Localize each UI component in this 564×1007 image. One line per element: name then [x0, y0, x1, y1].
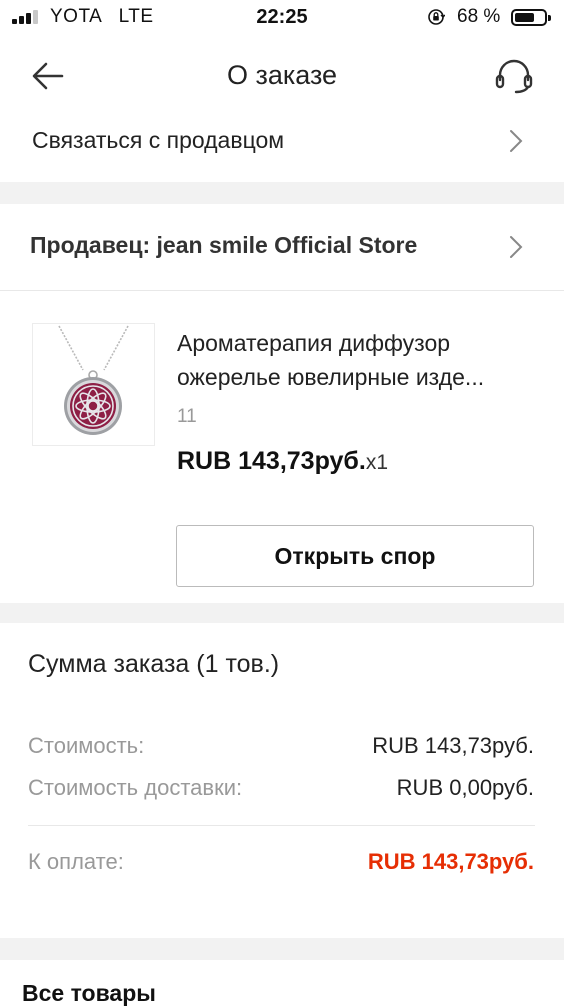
order-summary-title: Сумма заказа (1 тов.) — [28, 650, 280, 678]
quantity: x1 — [365, 451, 388, 474]
cost-value: RUB 143,73руб. — [372, 733, 534, 758]
shipping-label: Стоимость доставки: — [28, 775, 243, 800]
all-items-title: Все товары — [22, 980, 156, 1006]
price-value: RUB 143,73руб. — [177, 447, 366, 475]
product-title[interactable]: Ароматерапия диффузор ожерелье ювелирные… — [177, 326, 537, 394]
battery-icon — [511, 9, 551, 26]
chevron-right-icon — [510, 236, 523, 258]
product-image[interactable] — [32, 323, 155, 446]
product-price: RUB 143,73руб.x1 — [177, 447, 388, 476]
section-divider — [0, 938, 564, 960]
chevron-right-icon — [510, 130, 523, 152]
open-dispute-button[interactable]: Открыть спор — [176, 525, 534, 587]
divider — [28, 825, 535, 826]
total-label: К оплате: — [28, 849, 124, 874]
product-sku: 11 — [177, 406, 197, 427]
orientation-lock-icon — [428, 9, 445, 25]
status-bar: YOTA LTE 22:25 68 % — [0, 0, 564, 36]
shipping-value: RUB 0,00руб. — [396, 775, 534, 800]
page-title: О заказе — [226, 60, 338, 90]
contact-seller-row[interactable]: Связаться с продавцом — [0, 108, 564, 174]
headset-icon[interactable] — [492, 56, 536, 96]
cost-label: Стоимость: — [28, 733, 145, 758]
seller-row[interactable]: Продавец: jean smile Official Store — [0, 212, 564, 282]
contact-seller-label: Связаться с продавцом — [32, 127, 285, 153]
section-divider — [0, 182, 564, 204]
seller-name: Продавец: jean smile Official Store — [30, 232, 418, 258]
necklace-pendant-icon — [58, 325, 129, 435]
battery-percent: 68 % — [457, 6, 501, 27]
divider — [0, 290, 564, 291]
section-divider — [0, 603, 564, 623]
total-value: RUB 143,73руб. — [367, 849, 534, 874]
